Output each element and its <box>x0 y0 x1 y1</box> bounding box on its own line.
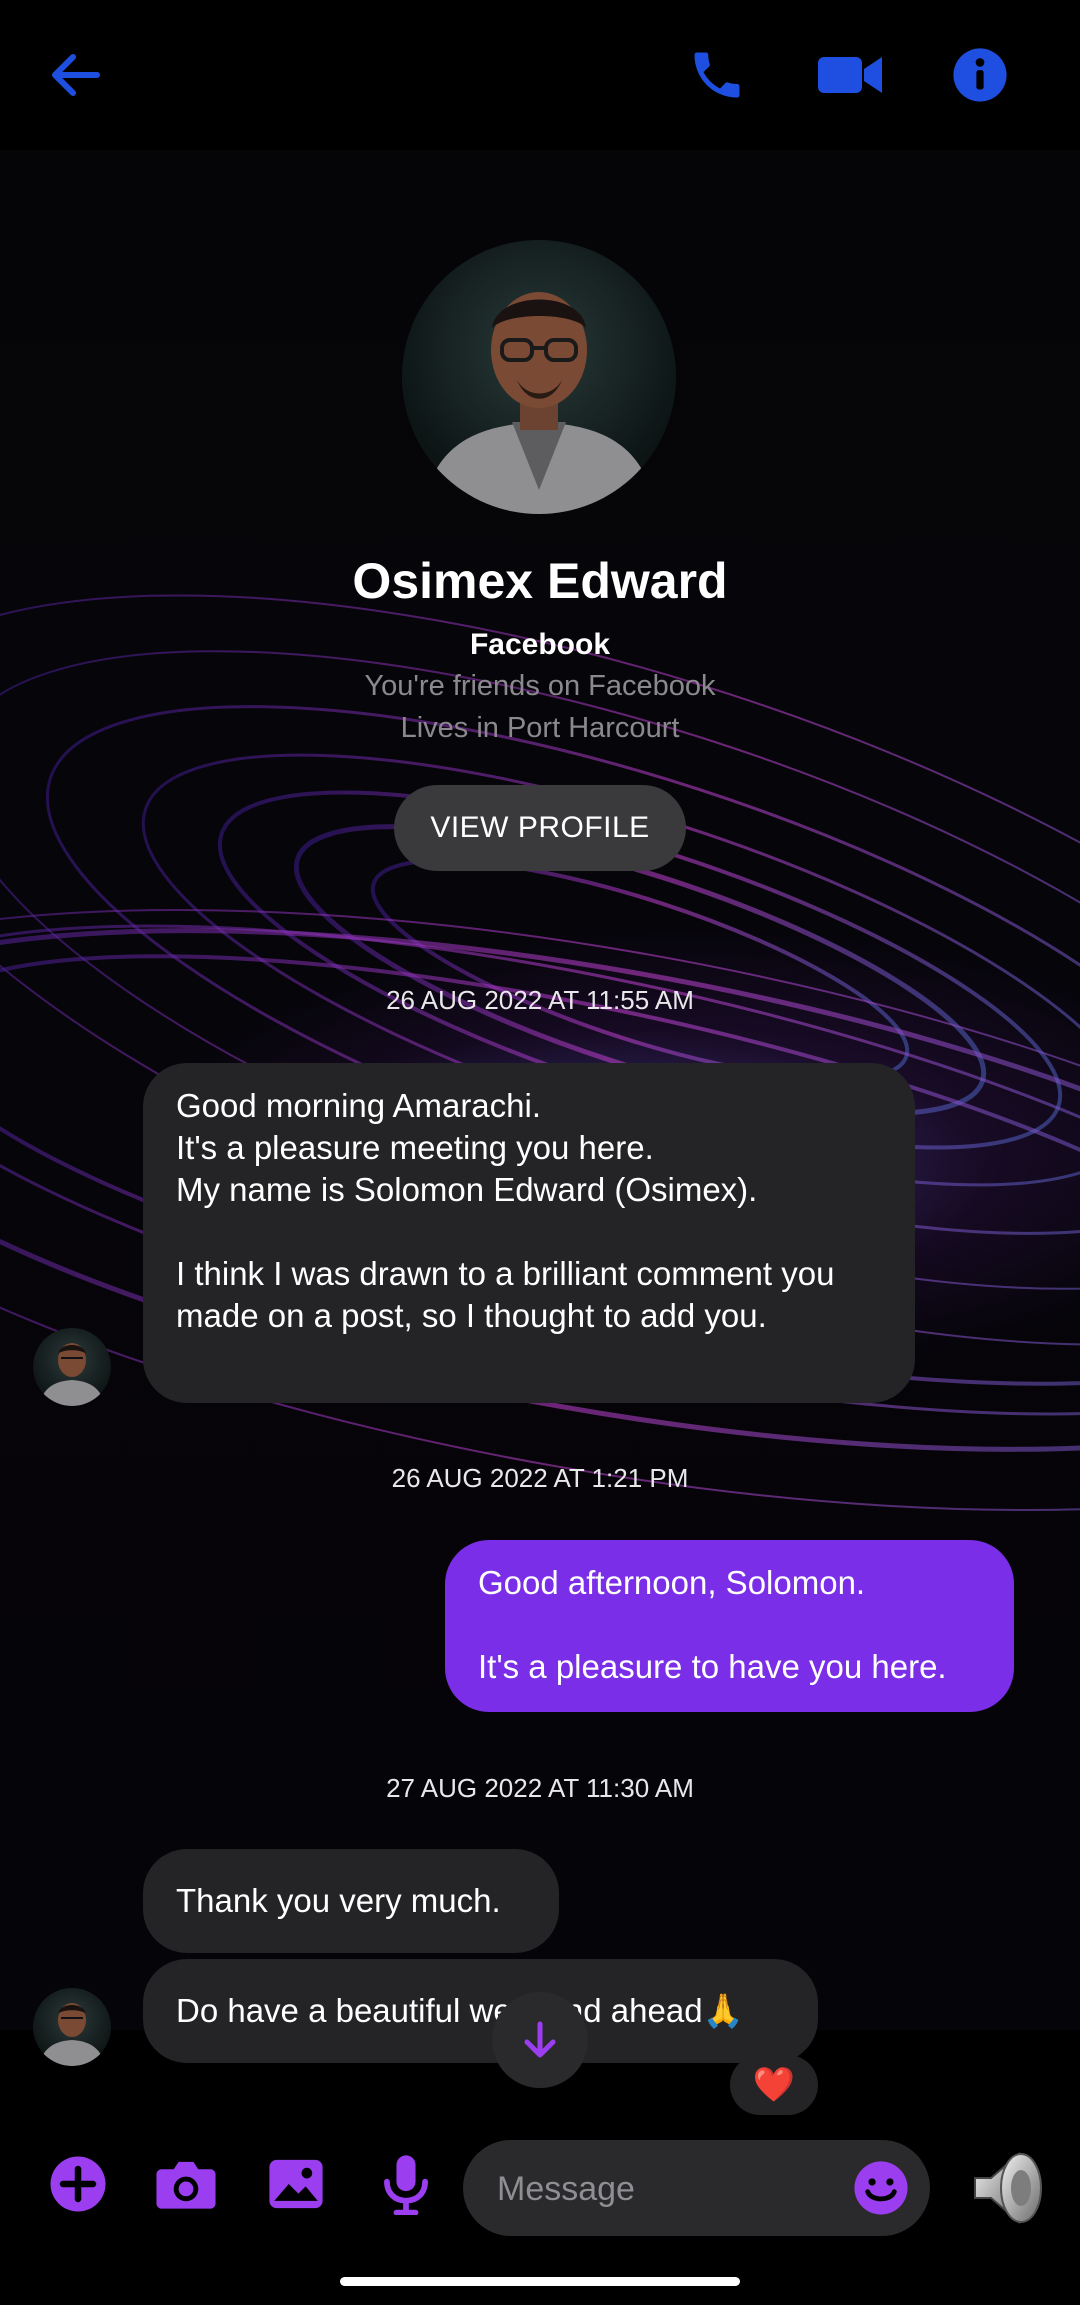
incoming-message[interactable]: Do have a beautiful weekend ahead🙏 <box>143 1959 818 2063</box>
smiley-icon <box>854 2161 908 2215</box>
friend-status: You're friends on Facebook <box>364 670 716 702</box>
message-input[interactable] <box>495 2162 829 2216</box>
info-icon <box>953 48 1007 102</box>
incoming-message[interactable]: Good morning Amarachi. It's a pleasure m… <box>143 1063 915 1403</box>
microphone-icon <box>384 2155 428 2215</box>
back-button[interactable] <box>40 40 110 110</box>
camera-button[interactable] <box>152 2150 220 2218</box>
contact-name: Osimex Edward <box>352 553 728 609</box>
emoji-button[interactable] <box>849 2156 913 2220</box>
arrow-down-icon <box>524 2021 556 2058</box>
gallery-button[interactable] <box>262 2150 330 2218</box>
outgoing-message[interactable]: Good afternoon, Solomon. It's a pleasure… <box>445 1540 1014 1712</box>
camera-icon <box>156 2161 216 2209</box>
location-text: Lives in Port Harcourt <box>400 712 680 744</box>
speaker-sticker-icon <box>974 2151 1042 2225</box>
image-icon <box>269 2159 323 2209</box>
message-timestamp: 26 AUG 2022 AT 11:55 AM <box>386 985 694 1015</box>
chat-header <box>0 0 1080 150</box>
more-actions-button[interactable] <box>44 2150 112 2218</box>
sender-avatar[interactable] <box>33 1328 111 1406</box>
profile-source: Facebook <box>469 628 611 661</box>
profile-avatar[interactable] <box>402 240 676 514</box>
voice-message-button[interactable] <box>372 2150 440 2218</box>
incoming-message[interactable]: Thank you very much. <box>143 1849 559 1953</box>
phone-icon <box>694 52 740 98</box>
view-profile-button[interactable]: VIEW PROFILE <box>394 785 686 871</box>
audio-call-button[interactable] <box>682 40 752 110</box>
message-timestamp: 27 AUG 2022 AT 11:30 AM <box>386 1773 694 1803</box>
message-input-container[interactable] <box>463 2140 930 2236</box>
video-call-button[interactable] <box>812 40 888 110</box>
message-composer <box>0 2118 1080 2268</box>
scroll-to-bottom-button[interactable] <box>492 1992 588 2088</box>
conversation-info-button[interactable] <box>945 40 1015 110</box>
sender-avatar[interactable] <box>33 1988 111 2066</box>
sticker-send-button[interactable] <box>962 2140 1052 2236</box>
heart-reaction[interactable]: ❤️ <box>730 2055 818 2115</box>
plus-circle-icon <box>50 2156 106 2212</box>
video-camera-icon <box>818 57 882 93</box>
arrow-left-icon <box>52 54 100 96</box>
message-timestamp: 26 AUG 2022 AT 1:21 PM <box>391 1463 689 1493</box>
home-indicator <box>340 2277 740 2286</box>
